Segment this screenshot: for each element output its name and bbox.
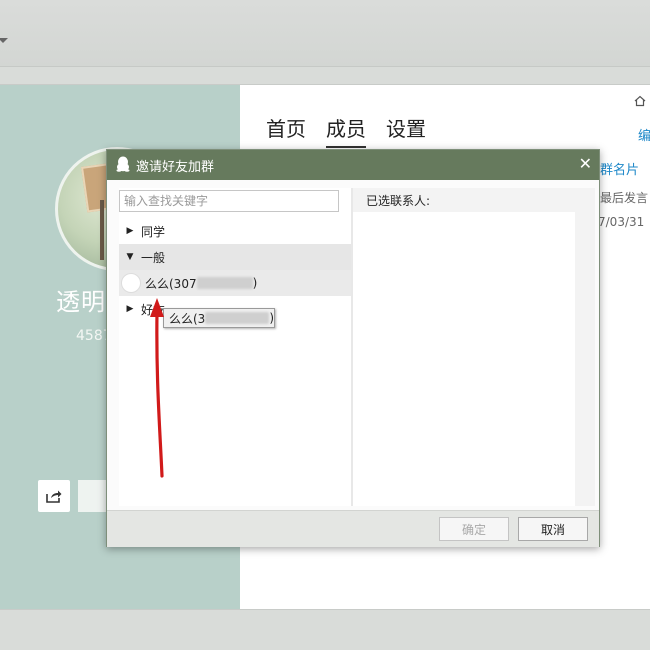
annotation-arrow [150, 298, 164, 478]
